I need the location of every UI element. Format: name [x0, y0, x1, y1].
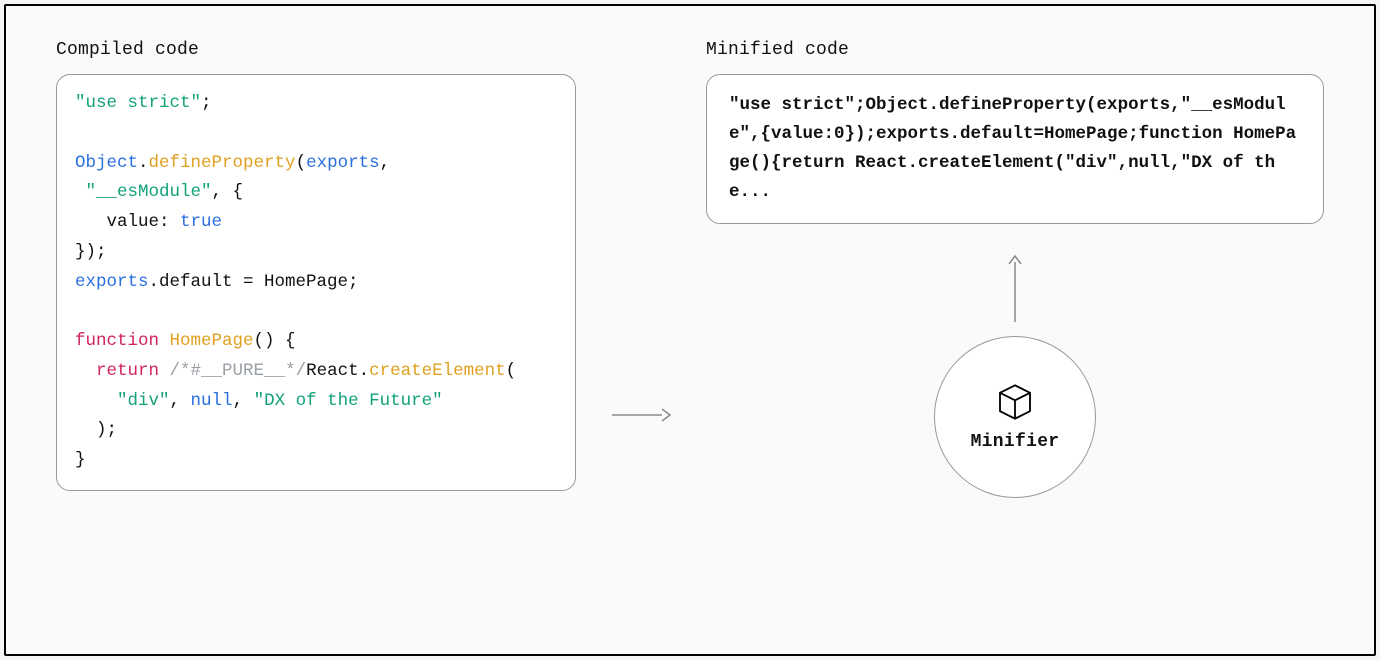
compiled-code-label: Compiled code [56, 40, 576, 60]
code-token: , [170, 391, 191, 411]
code-token: function [75, 331, 159, 351]
code-token [75, 361, 96, 381]
code-token [75, 182, 86, 202]
code-token: "__esModule" [86, 182, 212, 202]
code-token: ( [506, 361, 517, 381]
code-token: createElement [369, 361, 506, 381]
code-token: , { [212, 182, 244, 202]
code-token: .default = HomePage; [149, 272, 359, 292]
code-token: }); [75, 242, 107, 262]
arrow-right-icon [610, 405, 672, 425]
code-token: exports [306, 153, 380, 173]
box-icon [995, 382, 1035, 422]
code-token: defineProperty [149, 153, 296, 173]
arrow-up-icon [1005, 252, 1025, 324]
code-token: HomePage [170, 331, 254, 351]
arrow-to-minifier [610, 405, 672, 425]
minifier-node-title: Minifier [971, 432, 1060, 452]
compiled-code-panel: "use strict"; Object.defineProperty(expo… [56, 74, 576, 491]
code-token: /*#__PURE__*/ [170, 361, 307, 381]
minified-code-column: Minified code "use strict";Object.define… [706, 36, 1324, 498]
diagram-frame: Compiled code "use strict"; Object.defin… [4, 4, 1376, 656]
minified-code-panel: "use strict";Object.defineProperty(expor… [706, 74, 1324, 224]
minifier-block: Minifier [706, 234, 1324, 498]
code-token: ( [296, 153, 307, 173]
code-token [75, 212, 107, 232]
code-token: value: [107, 212, 181, 232]
code-token: exports [75, 272, 149, 292]
code-token: ; [201, 93, 212, 113]
code-token [75, 391, 117, 411]
code-token: . [138, 153, 149, 173]
code-token [159, 361, 170, 381]
code-token: true [180, 212, 222, 232]
compiled-code-column: Compiled code "use strict"; Object.defin… [56, 36, 576, 491]
code-token: () { [254, 331, 296, 351]
code-token: return [96, 361, 159, 381]
code-token: "DX of the Future" [254, 391, 443, 411]
code-token: React. [306, 361, 369, 381]
code-token: } [75, 450, 86, 470]
code-token: Object [75, 153, 138, 173]
minifier-node: Minifier [934, 336, 1096, 498]
code-token: null [191, 391, 233, 411]
code-token: "div" [117, 391, 170, 411]
code-token [75, 420, 96, 440]
code-token: ); [96, 420, 117, 440]
minified-code-label: Minified code [706, 40, 1324, 60]
code-token [159, 331, 170, 351]
code-token: "use strict" [75, 93, 201, 113]
code-token: , [380, 153, 391, 173]
code-token: , [233, 391, 254, 411]
